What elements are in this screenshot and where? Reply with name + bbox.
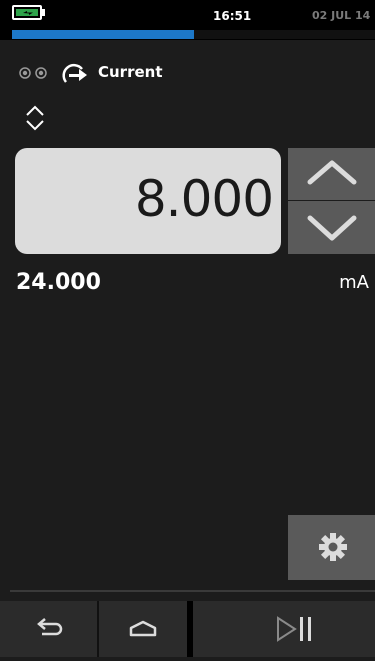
back-arrow-icon [37,618,63,636]
clock-date: 02 JUL 14 [312,9,371,22]
output-value: 8.000 [134,170,274,228]
home-icon [129,620,157,637]
play-pause-icon [277,616,311,642]
battery-charging-icon [12,5,42,20]
gear-icon [319,533,347,561]
back-button[interactable] [0,601,97,657]
output-value-field[interactable]: 8.000 [15,148,281,254]
charging-bolt-icon [23,11,33,15]
settings-button[interactable] [288,515,375,580]
increment-button[interactable] [288,148,375,200]
chevron-down-icon [307,215,357,241]
chevron-up-icon [307,160,357,185]
decrement-button[interactable] [288,201,375,254]
channel-label[interactable]: Current [98,63,163,81]
battery-tip [42,9,45,16]
unit-label[interactable]: mA [339,272,369,293]
divider [10,590,375,592]
play-pause-button[interactable] [193,601,375,657]
range-value: 24.000 [16,270,101,295]
home-button[interactable] [99,601,187,657]
dual-dot-icon [19,67,47,79]
source-arrow-icon[interactable] [60,60,88,86]
clock-time: 16:51 [213,9,252,23]
status-bar: 16:51 02 JUL 14 [0,0,375,40]
battery-fill [16,9,38,16]
progress-bar [12,30,194,39]
up-down-chevron-icon[interactable] [24,103,46,133]
